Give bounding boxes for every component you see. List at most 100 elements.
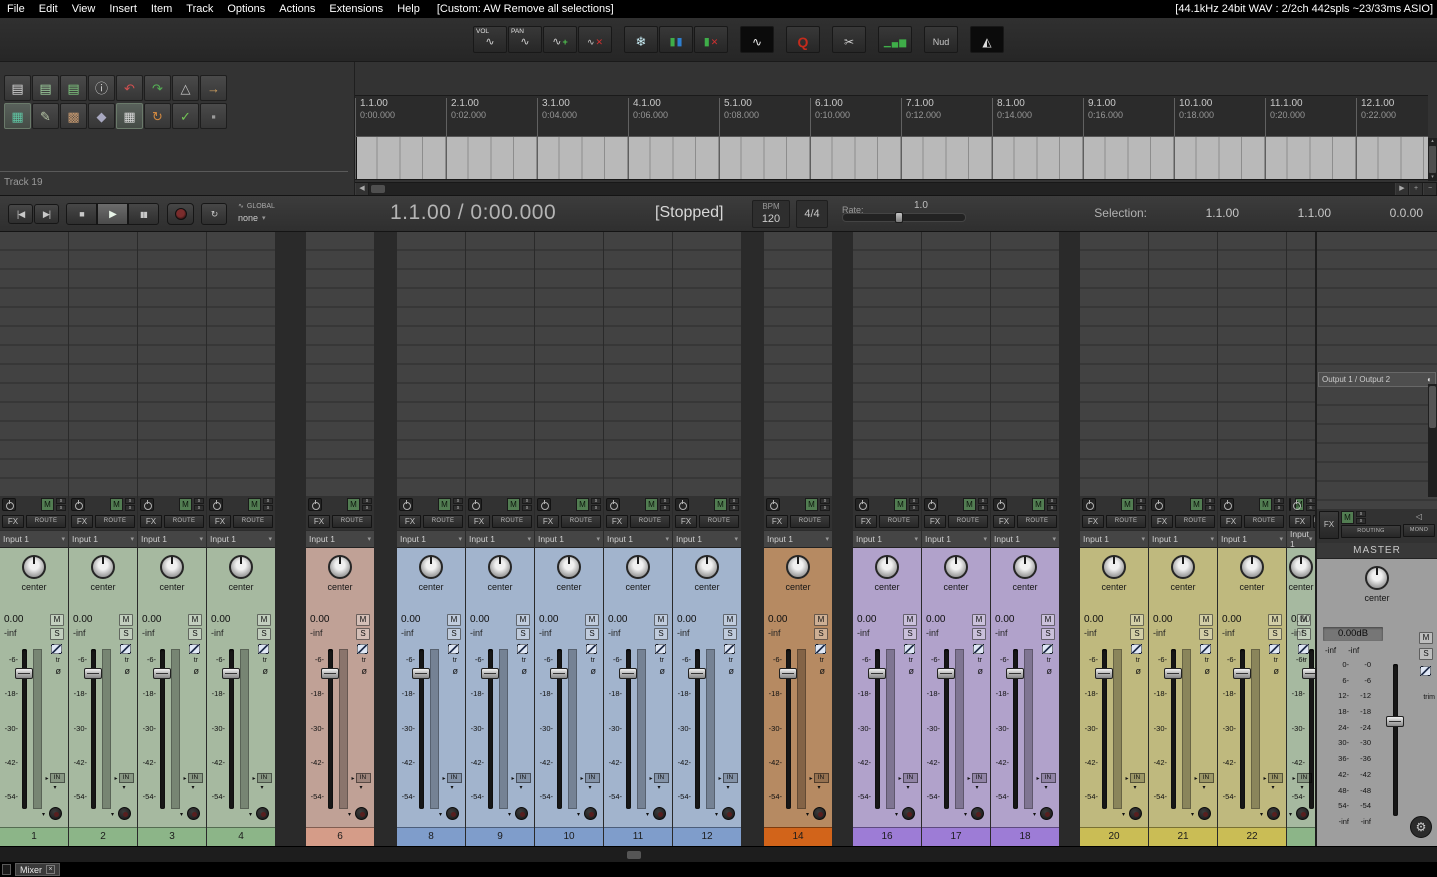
route-button[interactable]: ROUTE	[561, 515, 601, 528]
power-button[interactable]	[140, 498, 154, 511]
menu-insert[interactable]: Insert	[102, 3, 144, 15]
solo-mini-icon[interactable]: s	[56, 498, 66, 504]
bpm-value[interactable]: 120	[753, 213, 789, 226]
volume-fader[interactable]	[688, 668, 706, 679]
pan-knob[interactable]	[328, 555, 352, 579]
ruler-mark[interactable]: 3.1.000:04.000	[537, 98, 628, 136]
input-monitor-button[interactable]: IN	[585, 773, 600, 783]
solo-mini-icon[interactable]: s	[1306, 498, 1315, 504]
record-arm-button[interactable]	[1129, 807, 1142, 820]
master-solo-button[interactable]: S	[1419, 648, 1433, 660]
menu-extensions[interactable]: Extensions	[322, 3, 390, 15]
fx-insert-slots[interactable]	[207, 232, 275, 496]
input-selector[interactable]: Input 1 ▾	[69, 530, 137, 547]
ruler-labels[interactable]: 1.1.000:00.0002.1.000:02.0003.1.000:04.0…	[355, 95, 1428, 137]
transport-position[interactable]: 1.1.00 / 0:00.000	[390, 201, 556, 225]
envelope-icon[interactable]	[1269, 644, 1280, 654]
ruler-mark[interactable]: 1.1.000:00.000	[355, 98, 446, 136]
master-fx-insert-area[interactable]	[1317, 232, 1437, 372]
volume-value[interactable]: 0.00	[1222, 614, 1241, 625]
input-selector[interactable]: Input 1 ▾	[397, 530, 465, 547]
fx-insert-slots[interactable]	[1080, 232, 1148, 496]
solo-mini-icon[interactable]: s	[978, 505, 988, 511]
pan-envelope-button[interactable]: PAN∿	[508, 26, 542, 53]
volume-value[interactable]: 0.00	[539, 614, 558, 625]
phase-icon[interactable]: ø	[1205, 666, 1211, 676]
mute-button[interactable]: M	[356, 614, 370, 626]
solo-mini-icon[interactable]: s	[56, 505, 66, 511]
route-button[interactable]: ROUTE	[1244, 515, 1284, 528]
master-fx-button[interactable]: FX	[1319, 511, 1339, 539]
fader-track[interactable]	[1240, 649, 1245, 809]
route-button[interactable]: ROUTE	[233, 515, 273, 528]
mute-button[interactable]: M	[188, 614, 202, 626]
mixer-vscroll[interactable]	[1428, 384, 1437, 497]
go-to-end-button[interactable]: ▶|	[34, 204, 59, 224]
quantize-button[interactable]: Q	[786, 26, 820, 53]
action-arrow-button[interactable]: →	[200, 75, 227, 101]
envelope-icon[interactable]	[357, 644, 368, 654]
menu-item[interactable]: Item	[144, 3, 179, 15]
volume-value[interactable]: 0.00	[677, 614, 696, 625]
input-selector[interactable]: Input 1 ▾	[138, 530, 206, 547]
route-button[interactable]: ROUTE	[948, 515, 988, 528]
fx-button[interactable]: FX	[537, 515, 559, 528]
selection-start[interactable]: 1.1.00	[1187, 206, 1239, 220]
record-arm-button[interactable]	[118, 807, 131, 820]
pan-knob[interactable]	[1289, 555, 1313, 579]
ruler-mark[interactable]: 8.1.000:14.000	[992, 98, 1083, 136]
monitor-mute-button[interactable]: M	[714, 498, 727, 511]
mute-button[interactable]: M	[723, 614, 737, 626]
phase-icon[interactable]: ø	[820, 666, 826, 676]
fader-track[interactable]	[488, 649, 493, 809]
power-button[interactable]	[2, 498, 16, 511]
meter-button[interactable]: ▁▄▆	[878, 26, 912, 53]
open-project-button[interactable]: ▤	[32, 75, 59, 101]
monitor-mute-button[interactable]: M	[438, 498, 451, 511]
fx-insert-slots[interactable]	[0, 232, 68, 496]
input-selector[interactable]: Input 1 ▾	[1080, 530, 1148, 547]
record-arm-button[interactable]	[256, 807, 269, 820]
pan-knob[interactable]	[944, 555, 968, 579]
solo-mini-icon[interactable]: s	[909, 505, 919, 511]
fader-track[interactable]	[419, 649, 424, 809]
record-arm-button[interactable]	[813, 807, 826, 820]
power-button[interactable]	[993, 498, 1007, 511]
solo-button[interactable]: S	[1199, 628, 1213, 640]
rate-slider-thumb[interactable]	[895, 212, 903, 223]
solo-mini-icon[interactable]: s	[1136, 505, 1146, 511]
input-selector[interactable]: Input 1 ▾	[604, 530, 672, 547]
audio-status[interactable]: [44.1kHz 24bit WAV : 2/2ch 442spls ~23/3…	[1175, 3, 1437, 15]
fx-button[interactable]: FX	[140, 515, 162, 528]
new-project-button[interactable]: ▤	[4, 75, 31, 101]
volume-fader[interactable]	[1233, 668, 1251, 679]
record-arm-button[interactable]	[1198, 807, 1211, 820]
volume-value[interactable]: 0.00	[768, 614, 787, 625]
record-arm-button[interactable]	[515, 807, 528, 820]
record-arm-button[interactable]	[722, 807, 735, 820]
timeline-ruler[interactable]: 1.1.000:00.0002.1.000:02.0003.1.000:04.0…	[355, 95, 1437, 195]
phase-icon[interactable]: ø	[263, 666, 269, 676]
mute-button[interactable]: M	[50, 614, 64, 626]
volume-value[interactable]: 0.00	[857, 614, 876, 625]
fx-button[interactable]: FX	[2, 515, 24, 528]
input-selector[interactable]: Input 1 ▾	[673, 530, 741, 547]
solo-mini-icon[interactable]: s	[194, 498, 204, 504]
track-number[interactable]	[1287, 827, 1315, 846]
ruler-mark[interactable]: 6.1.000:10.000	[810, 98, 901, 136]
pan-knob[interactable]	[91, 555, 115, 579]
selection-length[interactable]: 0.0.00	[1371, 206, 1423, 220]
add-envelope-button[interactable]: ∿+	[543, 26, 577, 53]
solo-button[interactable]: S	[188, 628, 202, 640]
ruler-mark[interactable]: 11.1.000:20.000	[1265, 98, 1356, 136]
cycle-tool-button[interactable]: ↻	[144, 103, 171, 129]
menu-view[interactable]: View	[65, 3, 103, 15]
route-button[interactable]: ROUTE	[26, 515, 66, 528]
input-selector[interactable]: Input 1 ▾	[466, 530, 534, 547]
solo-mini-icon[interactable]: s	[1356, 518, 1366, 524]
ruler-mark[interactable]: 4.1.000:06.000	[628, 98, 719, 136]
monitor-mute-button[interactable]: M	[1032, 498, 1045, 511]
monitor-mute-button[interactable]: M	[41, 498, 54, 511]
envelope-icon[interactable]	[1131, 644, 1142, 654]
volume-fader[interactable]	[1006, 668, 1024, 679]
